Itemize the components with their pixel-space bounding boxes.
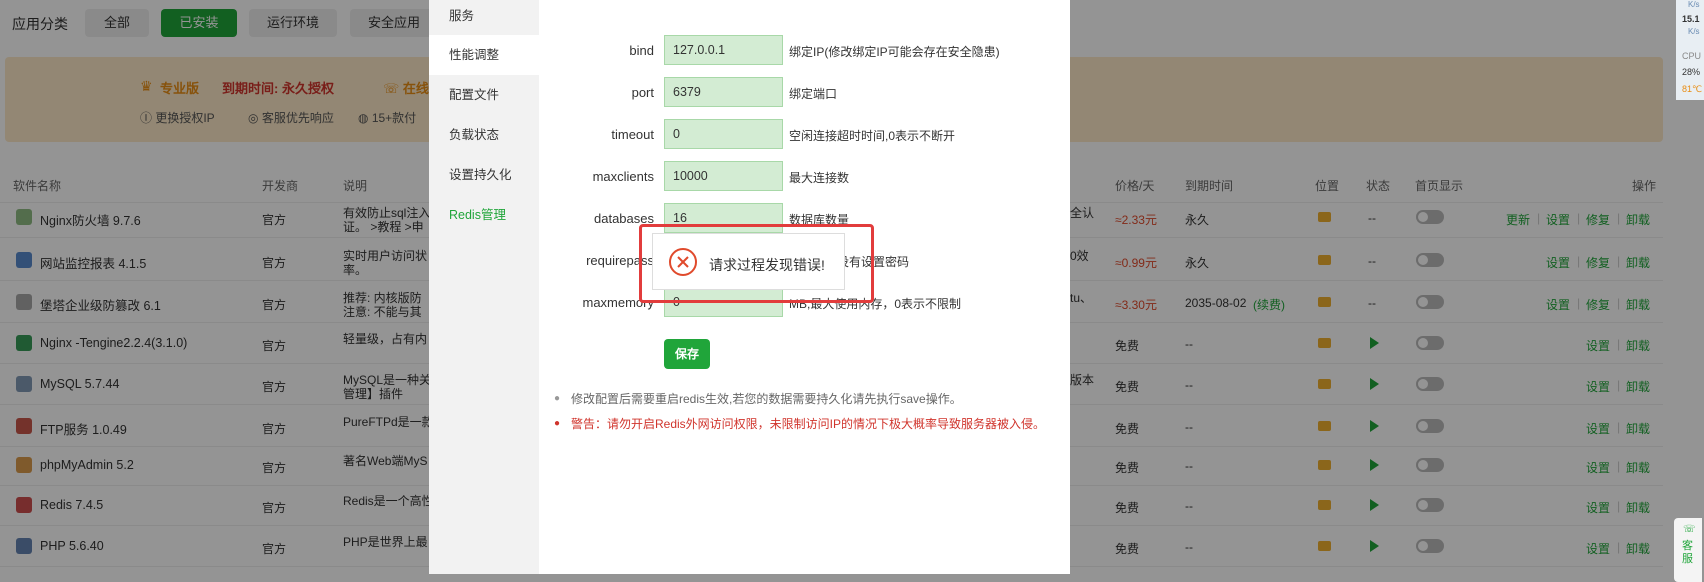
field-label: requirepass [586, 253, 654, 268]
net-down-unit: K/s [1688, 27, 1700, 36]
bullet-icon: ● [554, 393, 561, 404]
error-message: 请求过程发现错误! [709, 257, 825, 273]
bullet-icon: ● [554, 418, 561, 429]
customer-service-label: 客服 [1682, 540, 1693, 565]
field-label: maxclients [592, 169, 654, 184]
net-up-unit: K/s [1688, 0, 1700, 9]
security-warning: 警告：请勿开启Redis外网访问权限，未限制访问IP的情况下极大概率导致服务器被… [571, 417, 1046, 431]
field-input[interactable]: 127.0.0.1 [664, 35, 783, 65]
save-button[interactable]: 保存 [664, 339, 710, 369]
field-input[interactable]: 10000 [664, 161, 783, 191]
customer-service-button[interactable]: ☏ 客服 [1674, 518, 1702, 582]
cpu-value: 28% [1682, 67, 1701, 77]
temp-value: 81℃ [1682, 84, 1703, 94]
error-x-glyph [677, 256, 689, 268]
error-x-icon [669, 248, 697, 276]
cpu-label: CPU [1682, 51, 1702, 61]
field-hint: 绑定IP(修改绑定IP可能会存在安全隐患) [789, 45, 1000, 59]
field-label: bind [629, 43, 654, 58]
system-monitor: K/s 15.1 K/s CPU 28% 81℃ [1676, 0, 1704, 100]
field-label: maxmemory [582, 295, 654, 310]
field-label: databases [594, 211, 654, 226]
field-input[interactable]: 6379 [664, 77, 783, 107]
field-input[interactable]: 0 [664, 119, 783, 149]
field-hint: 绑定端口 [789, 87, 838, 101]
field-label: port [631, 85, 654, 100]
field-hint: 最大连接数 [789, 171, 850, 185]
nav-service[interactable]: 服务 [429, 0, 539, 36]
field-hint: 空闲连接超时时间,0表示不断开 [789, 129, 956, 143]
field-label: timeout [611, 127, 654, 142]
net-speed: 15.1 [1682, 14, 1700, 24]
restart-note: 修改配置后需要重启redis生效,若您的数据需要持久化请先执行save操作。 [571, 392, 962, 406]
headset-icon: ☏ [1683, 524, 1696, 535]
